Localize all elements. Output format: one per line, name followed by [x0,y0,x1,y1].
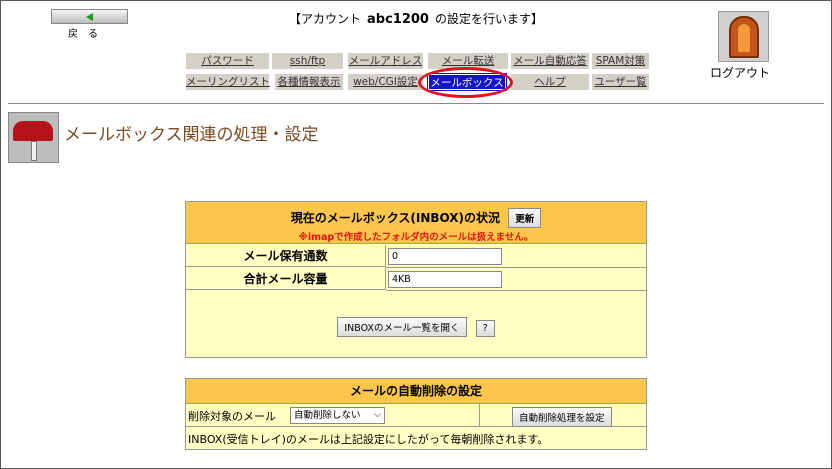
divider [8,103,824,104]
auto-delete-panel: メールの自動削除の設定 削除対象のメール 自動削除しない ⌵ 自動削除処理を設定… [185,378,647,450]
tab-user-list[interactable]: ユーザー覧 [592,74,649,90]
chevron-down-icon: ⌵ [374,410,381,420]
open-inbox-list-button[interactable]: INBOXのメール一覧を開く [337,317,467,337]
delete-target-selected: 自動削除しない [294,410,361,421]
active-tab-highlight-ring [418,67,513,98]
tab-mailing-list[interactable]: メーリングリスト [186,74,270,90]
status-title: 現在のメールボックス(INBOX)の状況 [290,211,501,225]
logout-button[interactable] [718,11,769,62]
delete-target-label: 削除対象のメール [188,410,276,423]
page-header-title: 【アカウント abc1200 の設定を行います】 [0,10,832,27]
page-title: メールボックス関連の処理・設定 [64,125,319,145]
account-name: abc1200 [367,12,429,27]
tab-spam[interactable]: SPAM対策 [592,53,649,69]
mailbox-status-panel: 現在のメールボックス(INBOX)の状況 更新 ※imapで作成したフォルダ内の… [185,201,647,358]
count-value-field: 0 [388,248,502,265]
mailbox-icon [8,112,59,163]
delete-target-select[interactable]: 自動削除しない ⌵ [290,407,385,424]
mailbox-post [31,141,37,161]
apply-auto-delete-button[interactable]: 自動削除処理を設定 [512,407,612,427]
size-label: 合計メール容量 [186,268,386,290]
auto-delete-footer: INBOX(受信トレイ)のメールは上記設定にしたがって毎朝削除されます。 [188,433,549,446]
tab-password[interactable]: パスワード [186,53,269,69]
title-prefix: 【アカウント [289,12,362,26]
count-label: メール保有通数 [186,245,386,267]
logout-label[interactable]: ログアウト [710,64,770,81]
help-question-button[interactable]: ? [475,320,495,337]
tab-ssh-ftp[interactable]: ssh/ftp [272,53,343,69]
door-icon [728,15,759,58]
auto-delete-header: メールの自動削除の設定 [186,379,646,404]
title-suffix: の設定を行います】 [434,12,543,26]
refresh-button[interactable]: 更新 [508,208,542,228]
tab-mail-address[interactable]: メールアドレス [348,53,423,69]
back-label: 戻る [68,29,108,40]
tab-web-cgi[interactable]: web/CGI設定 [348,74,423,90]
imap-note: ※imapで作成したフォルダ内のメールは扱えません。 [298,232,534,243]
tab-info[interactable]: 各種情報表示 [275,74,343,90]
status-header: 現在のメールボックス(INBOX)の状況 更新 ※imapで作成したフォルダ内の… [186,202,646,244]
tab-help[interactable]: ヘルプ [511,74,589,90]
mailbox-body [13,121,53,141]
size-value-field: 4KB [388,271,502,288]
tab-mail-autoreply[interactable]: メール自動応答 [511,53,589,69]
